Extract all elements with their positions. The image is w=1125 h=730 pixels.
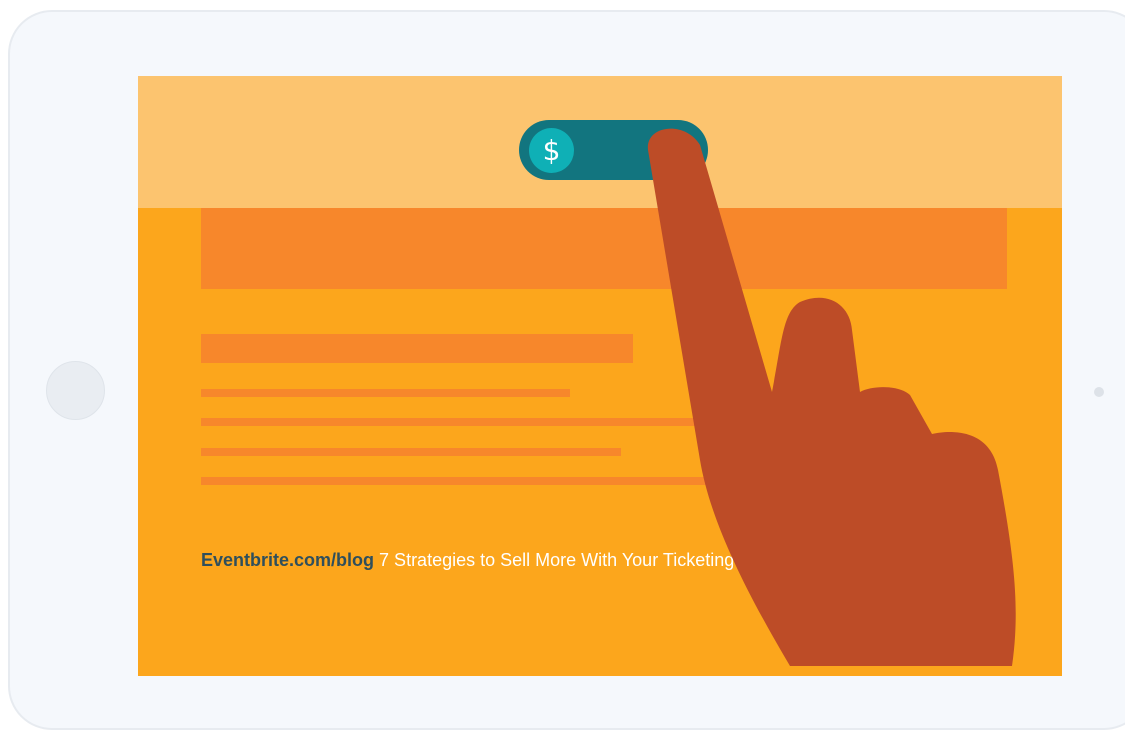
- pointing-hand-icon: [647, 128, 1016, 666]
